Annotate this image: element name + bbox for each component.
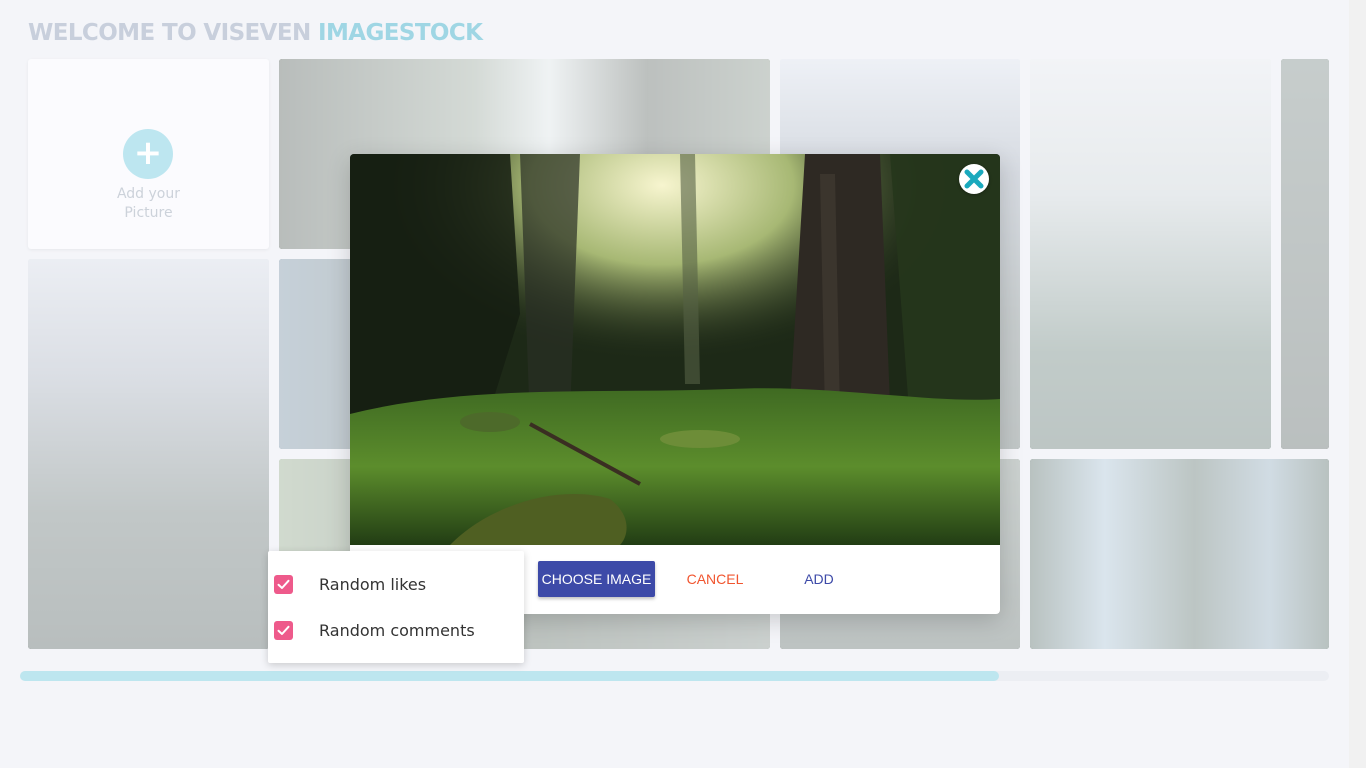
random-options-menu: Random likes Random comments: [268, 551, 524, 663]
cancel-button[interactable]: CANCEL: [676, 561, 754, 597]
gallery-image[interactable]: [1030, 459, 1329, 649]
close-icon[interactable]: [959, 164, 989, 194]
progress-fill: [20, 671, 1000, 681]
add-picture-tile[interactable]: + Add your Picture: [28, 59, 269, 249]
title-accent: IMAGESTOCK: [318, 20, 483, 46]
choose-image-button[interactable]: CHOOSE IMAGE: [538, 561, 655, 597]
option-label: Random likes: [319, 575, 427, 594]
checkbox-random-comments[interactable]: [274, 621, 293, 640]
title-prefix: WELCOME TO VISEVEN: [28, 20, 319, 46]
add-button[interactable]: ADD: [790, 561, 848, 597]
page-title: WELCOME TO VISEVEN IMAGESTOCK: [28, 20, 483, 46]
plus-icon[interactable]: +: [123, 129, 173, 179]
option-random-likes[interactable]: Random likes: [268, 565, 524, 605]
checkbox-random-likes[interactable]: [274, 575, 293, 594]
vertical-scrollbar[interactable]: [1349, 0, 1366, 768]
upload-modal: CHOOSE IMAGE CANCEL ADD: [350, 154, 1000, 614]
close-button[interactable]: [959, 164, 989, 194]
option-label: Random comments: [319, 621, 475, 640]
check-icon: [277, 579, 290, 589]
gallery-image[interactable]: [28, 259, 269, 649]
option-random-comments[interactable]: Random comments: [268, 611, 524, 651]
add-picture-label: Add your Picture: [116, 186, 181, 221]
gallery-image[interactable]: [1030, 59, 1271, 449]
gallery-image[interactable]: [1281, 59, 1329, 449]
progress-bar: [20, 671, 1329, 681]
check-icon: [277, 625, 290, 635]
forest-photo: [350, 154, 1000, 545]
